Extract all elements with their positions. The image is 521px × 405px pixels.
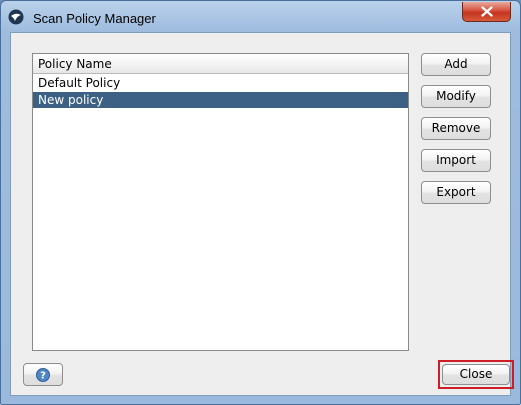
column-header-policy-name: Policy Name	[38, 57, 112, 71]
add-button[interactable]: Add	[421, 53, 491, 76]
close-button-highlight: Close	[438, 360, 514, 389]
close-button[interactable]: Close	[442, 364, 510, 385]
window-close-button[interactable]	[462, 2, 511, 22]
window-title: Scan Policy Manager	[33, 11, 156, 26]
import-button[interactable]: Import	[421, 149, 491, 172]
help-button[interactable]: ?	[23, 363, 63, 386]
export-button[interactable]: Export	[421, 181, 491, 204]
remove-button[interactable]: Remove	[421, 117, 491, 140]
app-logo-icon	[8, 9, 24, 25]
title-bar[interactable]: Scan Policy Manager	[1, 1, 520, 32]
svg-text:?: ?	[40, 371, 46, 382]
policy-name-cell: Default Policy	[38, 76, 121, 90]
dialog-content: Policy Name Default Policy New policy Ad…	[10, 32, 514, 396]
modify-button[interactable]: Modify	[421, 85, 491, 108]
table-row-selected[interactable]: New policy	[33, 92, 408, 108]
help-icon: ?	[36, 368, 50, 382]
close-icon	[481, 6, 493, 17]
table-row[interactable]: Default Policy	[33, 75, 408, 91]
policy-name-cell: New policy	[38, 93, 104, 107]
table-header[interactable]: Policy Name	[33, 54, 408, 74]
policy-table[interactable]: Policy Name Default Policy New policy	[32, 53, 409, 351]
screen: Scan Policy Manager Policy Name Default …	[0, 0, 521, 405]
scan-policy-manager-dialog: Scan Policy Manager Policy Name Default …	[0, 0, 521, 405]
